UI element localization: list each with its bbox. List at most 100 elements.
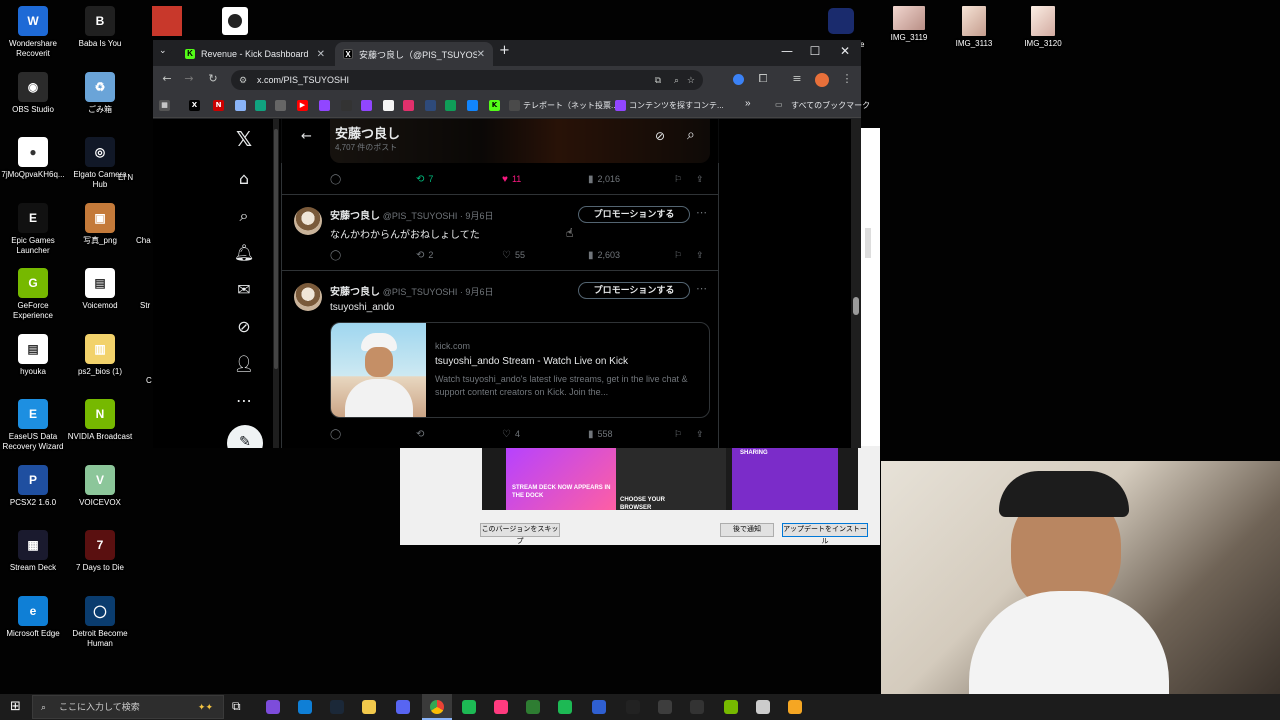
post[interactable]: 安藤つ良し @PIS_TSUYOSHI · 9月6日 なんかわからんがおねしょし… (282, 195, 719, 271)
globe-icon[interactable] (509, 100, 520, 111)
skip-version-button[interactable]: このバージョンをスキップ (480, 523, 560, 545)
extensions-puzzle-icon[interactable]: ⧠ (755, 72, 771, 86)
bookmark-icon[interactable] (235, 100, 246, 111)
grok-icon[interactable]: ⊘ (233, 317, 255, 336)
taskbar-chrome-active[interactable] (422, 694, 452, 720)
link-card[interactable]: kick.com tsuyoshi_ando Stream - Watch Li… (330, 322, 710, 418)
back-arrow-icon[interactable]: ← (301, 129, 312, 144)
kick-bookmark-icon[interactable]: K (489, 100, 500, 111)
grok-icon[interactable]: ⊘ (655, 129, 665, 143)
more-icon[interactable]: ⋯ (233, 391, 255, 410)
close-window-button[interactable]: ✕ (831, 44, 859, 58)
install-update-button[interactable]: アップデートをインストール (782, 523, 868, 545)
avatar[interactable] (294, 283, 322, 311)
post-author[interactable]: 安藤つ良し @PIS_TSUYOSHI · 9月6日 (330, 207, 493, 222)
search-icon[interactable]: ⌕ (233, 206, 255, 226)
sheets-bookmark-icon[interactable] (445, 100, 456, 111)
taskbar-search[interactable]: ⌕ ここに入力して検索 ✦✦ (32, 695, 224, 719)
desktop-icon[interactable]: ▦ Stream Deck (0, 530, 66, 573)
zoom-icon[interactable]: ⌕ (674, 70, 679, 90)
windows-start-icon[interactable]: ⊞ (10, 699, 21, 714)
taskbar-app-icon[interactable] (756, 700, 770, 714)
taskbar-app-icon[interactable] (592, 700, 606, 714)
twitch-bookmark-icon[interactable] (615, 100, 626, 111)
desktop-icon-img-3113[interactable]: IMG_3113 (941, 6, 1007, 49)
notifications-icon[interactable]: 🔔︎ (233, 243, 255, 262)
minimize-button[interactable]: — (773, 44, 801, 58)
page-scrollbar[interactable] (851, 119, 861, 448)
post-author[interactable]: 安藤つ良し @PIS_TSUYOSHI · 9月6日 (330, 283, 493, 298)
cast-icon[interactable]: ⧉ (655, 70, 661, 90)
remind-later-button[interactable]: 後で通知 (720, 523, 774, 537)
desktop-icon[interactable]: ◯ Detroit Become Human (67, 595, 133, 649)
apps-grid-icon[interactable]: ▦ (159, 100, 170, 111)
address-bar[interactable]: ⚙ x.com/PIS_TSUYOSHI ⧉ ⌕ ☆ (231, 70, 703, 90)
taskbar-app-icon[interactable] (690, 700, 704, 714)
taskbar-app-icon[interactable] (526, 700, 540, 714)
amazon-bookmark-icon[interactable] (383, 100, 394, 111)
taskbar-app-icon[interactable] (626, 700, 640, 714)
desktop-icon[interactable]: B Baba Is You (67, 6, 133, 49)
bookmark-icon[interactable]: ⚐ (674, 429, 682, 440)
desktop-icon[interactable]: ▤ hyouka (0, 333, 66, 377)
reload-icon[interactable]: ↻ (205, 72, 221, 85)
taskbar-app-icon[interactable] (330, 700, 344, 714)
reply-icon[interactable]: ◯ (330, 174, 345, 185)
more-options-icon[interactable]: ⋯ (696, 206, 707, 219)
bookmark-star-icon[interactable]: ☆ (687, 70, 695, 90)
reply-icon[interactable]: ◯ (330, 429, 345, 440)
repost-button[interactable]: ⟲ (416, 429, 428, 440)
desktop-icon[interactable]: e Microsoft Edge (0, 595, 66, 639)
bookmark-icon[interactable] (255, 100, 266, 111)
taskbar-app-icon[interactable] (298, 700, 312, 714)
profile-icon[interactable]: 👤︎ (233, 354, 255, 373)
bookmark-icon[interactable] (425, 100, 436, 111)
netflix-bookmark-icon[interactable]: N (213, 100, 224, 111)
share-icon[interactable]: ⇪ (696, 174, 704, 185)
bookmark-icon[interactable] (341, 100, 352, 111)
instagram-bookmark-icon[interactable] (403, 100, 414, 111)
share-icon[interactable]: ⇪ (696, 250, 704, 261)
desktop-icon[interactable]: ● 7jMoQpvaKH6q... (0, 137, 66, 180)
x-logo-icon[interactable]: 𝕏 (233, 127, 255, 151)
desktop-icon[interactable]: E Epic Games Launcher (0, 202, 66, 256)
desktop-icon[interactable]: P PCSX2 1.6.0 (0, 464, 66, 508)
all-bookmarks-folder[interactable]: すべてのブックマーク (791, 100, 870, 111)
tab-search-icon[interactable]: ⌄ (159, 46, 167, 56)
avatar[interactable] (294, 207, 322, 235)
taskbar-app-icon[interactable] (462, 700, 476, 714)
taskbar-app-icon[interactable] (266, 700, 280, 714)
repost-button[interactable]: ⟲ 2 (416, 250, 433, 261)
views-button[interactable]: ▮ 2,016 (588, 174, 620, 185)
desktop-icon-img-3120[interactable]: IMG_3120 (1010, 6, 1076, 49)
search-icon[interactable]: ⌕ (687, 127, 695, 143)
promote-button[interactable]: プロモーションする (578, 282, 690, 299)
post[interactable]: 安藤つ良し @PIS_TSUYOSHI · 9月6日 tsuyoshi_ando… (282, 271, 719, 448)
desktop-icon[interactable]: W Wondershare Recoverit (0, 6, 66, 59)
taskbar-app-icon[interactable] (788, 700, 802, 714)
desktop-icon[interactable]: N NVIDIA Broadcast (67, 399, 133, 442)
views-button[interactable]: ▮ 2,603 (588, 250, 620, 261)
bookmarks-overflow-button[interactable]: » (745, 98, 751, 109)
desktop-icon[interactable]: ▤ Voicemod (67, 268, 133, 311)
forward-icon[interactable]: → (181, 72, 197, 85)
extension-icon[interactable] (733, 74, 744, 85)
desktop-icon[interactable]: V VOICEVOX (67, 464, 133, 508)
share-icon[interactable]: ⇪ (696, 429, 704, 440)
taskbar-app-icon[interactable] (724, 700, 738, 714)
taskbar-app-icon[interactable] (362, 700, 376, 714)
desktop-icon[interactable]: ◉ OBS Studio (0, 71, 66, 115)
desktop-icon[interactable]: G GeForce Experience (0, 268, 66, 321)
post-compose-icon[interactable]: ✎ (227, 425, 263, 448)
close-tab-icon[interactable]: ✕ (317, 49, 325, 60)
desktop-icon[interactable]: ▣ 写真_png (67, 202, 133, 246)
media-player-icon[interactable] (222, 7, 248, 35)
tab-x-profile[interactable]: X 安藤つ良し（@PIS_TSUYOSHI） ✕ (335, 42, 493, 66)
desktop-icon[interactable]: E EaseUS Data Recovery Wizard (0, 399, 66, 452)
reply-icon[interactable]: ◯ (330, 250, 345, 261)
bookmark-icon[interactable]: ⚐ (674, 250, 682, 261)
tab-kick-dashboard[interactable]: K Revenue - Kick Dashboard ✕ (177, 42, 333, 66)
task-view-icon[interactable]: ⧉ (232, 699, 241, 714)
taskbar-app-icon[interactable] (494, 700, 508, 714)
views-button[interactable]: ▮ 558 (588, 429, 613, 440)
